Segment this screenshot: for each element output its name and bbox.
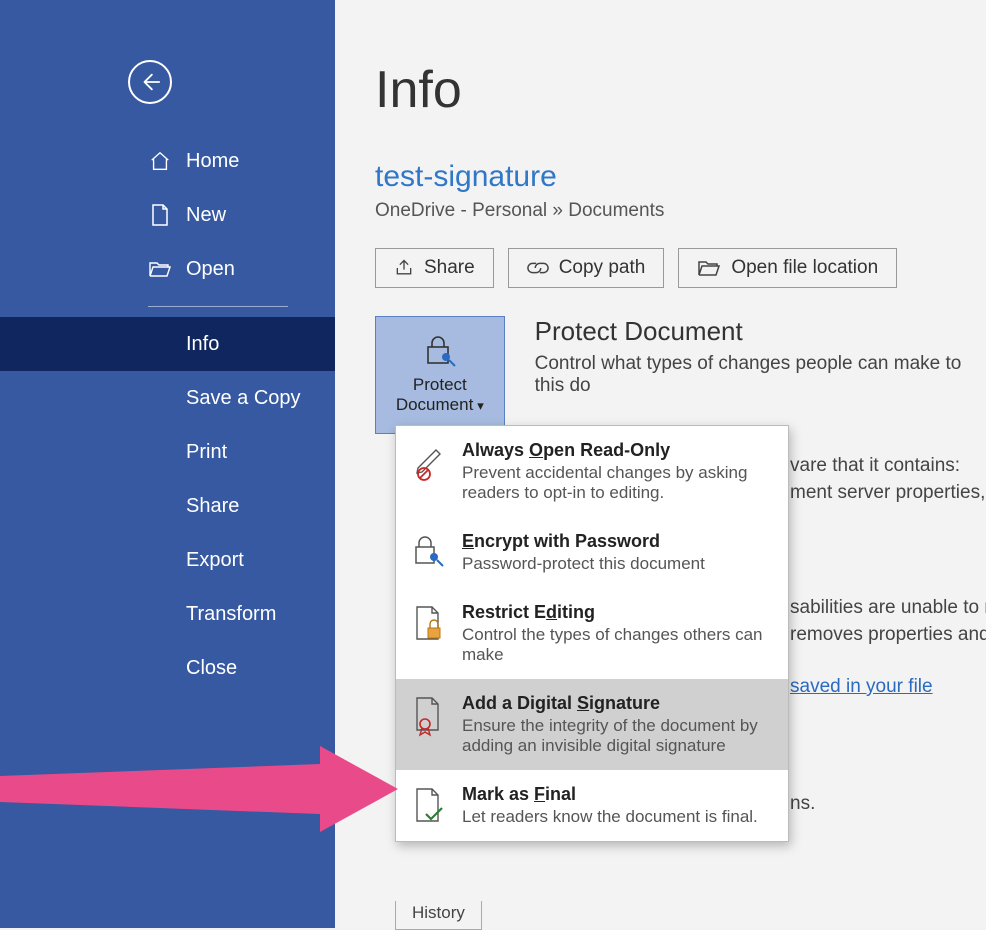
sidebar-label: Transform <box>186 603 276 626</box>
menu-title: Add a Digital Signature <box>462 693 770 714</box>
bg-fragment: removes properties and p <box>790 624 986 646</box>
bg-link-fragment[interactable]: saved in your file <box>790 676 933 698</box>
button-label: Copy path <box>559 257 646 279</box>
document-ribbon-icon <box>410 693 448 756</box>
document-title: test-signature <box>375 160 986 194</box>
sidebar-label: Save a Copy <box>186 387 301 410</box>
menu-desc: Ensure the integrity of the document by … <box>462 716 770 756</box>
sidebar-item-new[interactable]: New <box>148 188 335 242</box>
sidebar-label: Info <box>186 333 219 356</box>
sidebar-item-open[interactable]: Open <box>148 242 335 296</box>
protect-btn-line1: Protect <box>413 375 467 394</box>
sidebar-item-transform[interactable]: Transform <box>0 587 335 641</box>
menu-item-restrict-editing[interactable]: Restrict Editing Control the types of ch… <box>396 588 788 679</box>
menu-item-digital-signature[interactable]: Add a Digital Signature Ensure the integ… <box>396 679 788 770</box>
protect-heading: Protect Document <box>535 316 986 347</box>
menu-item-encrypt[interactable]: Encrypt with Password Password-protect t… <box>396 517 788 588</box>
sidebar-label: New <box>186 204 226 227</box>
back-button[interactable] <box>128 60 172 104</box>
protect-description: Protect Document Control what types of c… <box>535 316 986 434</box>
copy-path-button[interactable]: Copy path <box>508 248 665 288</box>
protect-document-button[interactable]: Protect Document ▾ <box>375 316 505 434</box>
link-icon <box>527 259 549 277</box>
file-actions-row: Share Copy path Open file location <box>375 248 986 288</box>
menu-desc: Password-protect this document <box>462 554 770 574</box>
breadcrumb: OneDrive - Personal » Documents <box>375 200 986 222</box>
menu-desc: Let readers know the document is final. <box>462 807 770 827</box>
page-title: Info <box>375 60 986 120</box>
folder-icon <box>697 259 721 277</box>
sidebar-bottom-group: Info Save a Copy Print Share Export Tran… <box>0 317 335 695</box>
protect-desc-text: Control what types of changes people can… <box>535 353 986 397</box>
share-icon <box>394 258 414 278</box>
home-icon <box>148 150 172 172</box>
sidebar-item-export[interactable]: Export <box>0 533 335 587</box>
sidebar-label: Home <box>186 150 239 173</box>
open-location-button[interactable]: Open file location <box>678 248 897 288</box>
menu-title: Restrict Editing <box>462 602 770 623</box>
menu-desc: Control the types of changes others can … <box>462 625 770 665</box>
sidebar-item-save-copy[interactable]: Save a Copy <box>0 371 335 425</box>
menu-title: Always Open Read-Only <box>462 440 770 461</box>
lock-key-icon <box>410 531 448 574</box>
sidebar-item-close[interactable]: Close <box>0 641 335 695</box>
new-document-icon <box>148 203 172 227</box>
sidebar-item-share[interactable]: Share <box>0 479 335 533</box>
pencil-no-icon <box>410 440 448 503</box>
sidebar-label: Export <box>186 549 244 572</box>
sidebar-label: Share <box>186 495 239 518</box>
sidebar-item-info[interactable]: Info <box>0 317 335 371</box>
menu-title: Mark as Final <box>462 784 770 805</box>
document-lock-icon <box>410 602 448 665</box>
bg-fragment: sabilities are unable to rea <box>790 597 986 619</box>
backstage-sidebar: Home New Open Info Save a Copy <box>0 0 335 928</box>
sidebar-item-print[interactable]: Print <box>0 425 335 479</box>
share-button[interactable]: Share <box>375 248 494 288</box>
sidebar-label: Open <box>186 258 235 281</box>
document-check-icon <box>410 784 448 827</box>
bg-fragment: ment server properties, cor <box>790 482 986 504</box>
protect-btn-line2: Document <box>396 395 473 414</box>
sidebar-divider <box>148 306 288 307</box>
protect-document-menu: Always Open Read-Only Prevent accidental… <box>395 425 789 842</box>
bg-fragment: vare that it contains: <box>790 455 960 477</box>
menu-title: Encrypt with Password <box>462 531 770 552</box>
sidebar-item-home[interactable]: Home <box>148 134 335 188</box>
button-label: Open file location <box>731 257 878 279</box>
open-folder-icon <box>148 259 172 279</box>
sidebar-label: Print <box>186 441 227 464</box>
back-arrow-icon <box>139 71 161 93</box>
protect-section: Protect Document ▾ Protect Document Contr… <box>375 316 986 434</box>
sidebar-top-group: Home New Open <box>0 134 335 296</box>
chevron-down-icon: ▾ <box>477 398 484 413</box>
menu-item-read-only[interactable]: Always Open Read-Only Prevent accidental… <box>396 426 788 517</box>
protect-lock-icon <box>422 335 458 369</box>
menu-desc: Prevent accidental changes by asking rea… <box>462 463 770 503</box>
history-button-fragment[interactable]: History <box>395 901 482 930</box>
menu-item-mark-final[interactable]: Mark as Final Let readers know the docum… <box>396 770 788 841</box>
app-root: Home New Open Info Save a Copy <box>0 0 986 928</box>
button-label: Share <box>424 257 475 279</box>
bg-fragment: ns. <box>790 793 815 815</box>
sidebar-label: Close <box>186 657 237 680</box>
